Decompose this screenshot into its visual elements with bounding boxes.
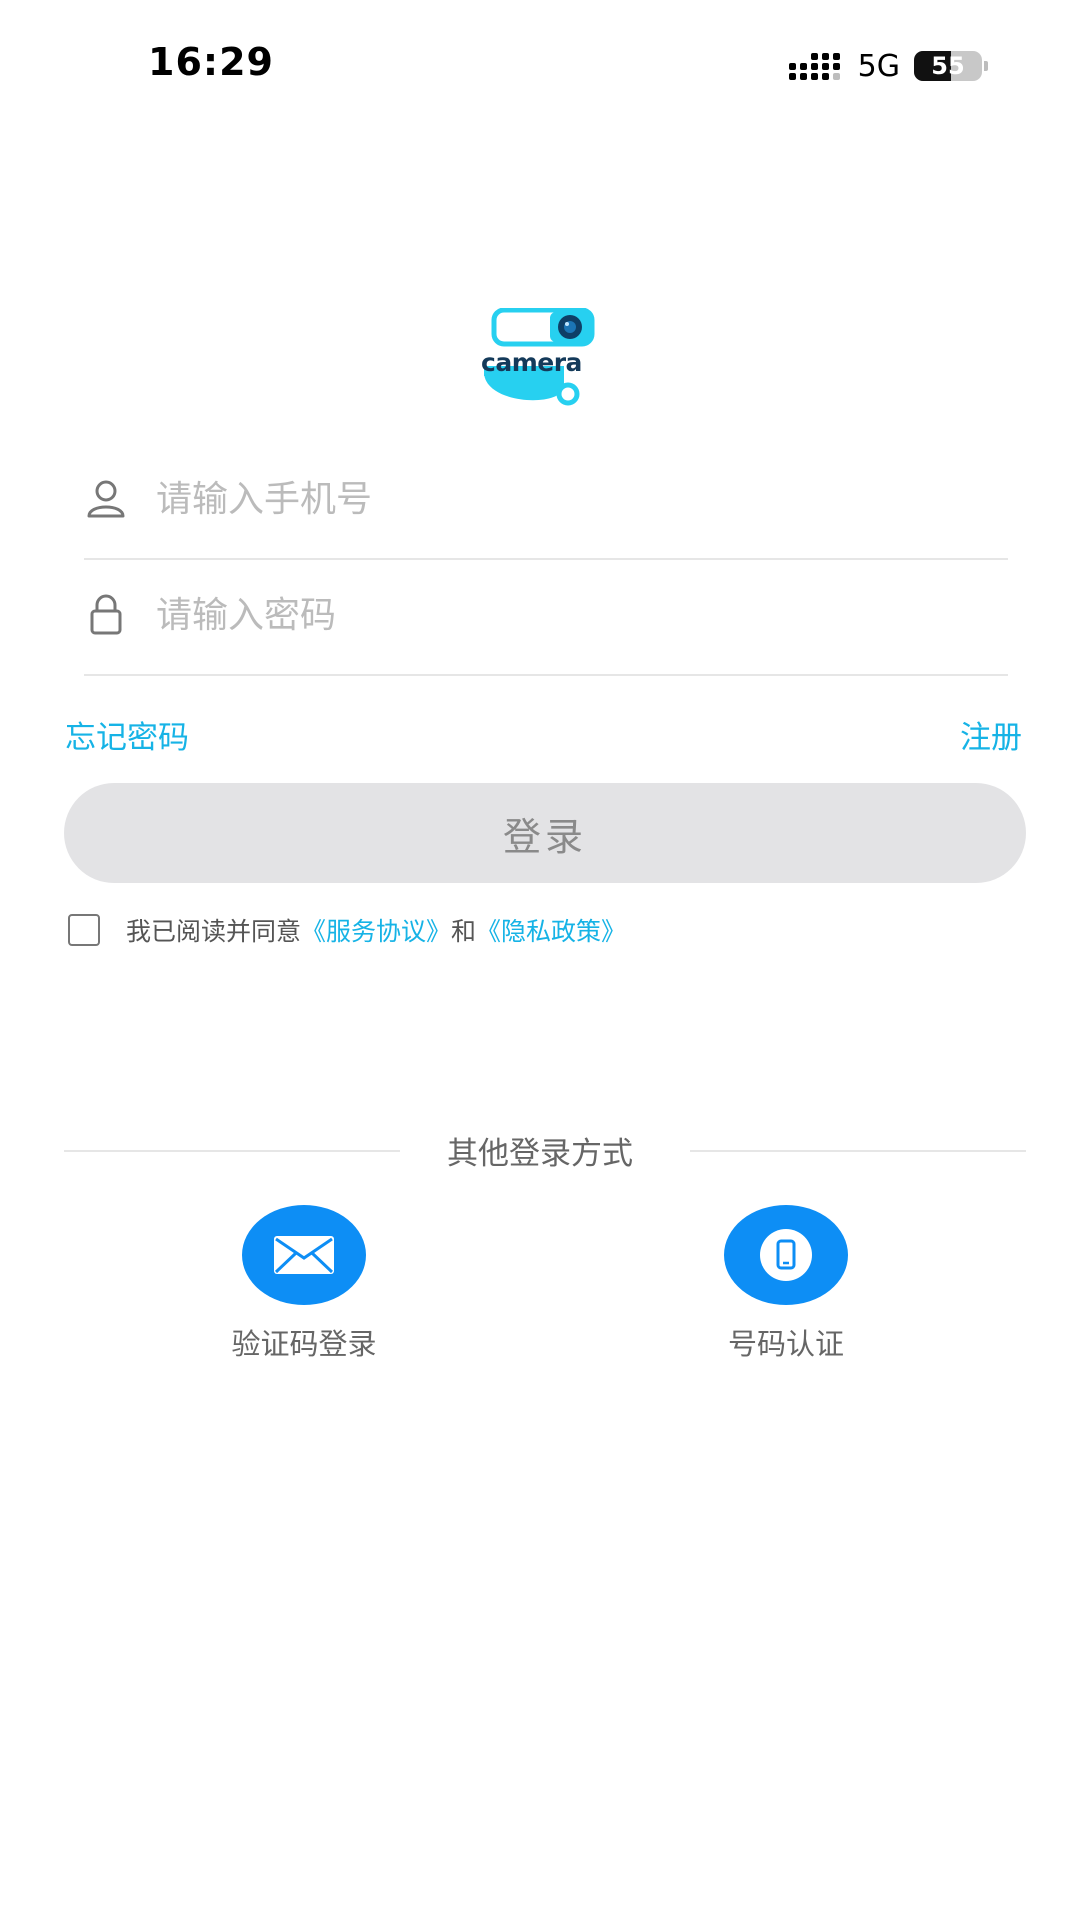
agreement-checkbox[interactable] (68, 914, 100, 946)
envelope-icon (274, 1236, 334, 1274)
other-login-title: 其他登录方式 (447, 1136, 633, 1172)
password-input[interactable] (154, 578, 978, 652)
forgot-password-link[interactable]: 忘记密码 (65, 712, 189, 757)
login-screen: 16:29 5G 55 camera 请输入手机号 忘记密码 注册 登录 我已阅… (0, 0, 1080, 1920)
battery-level: 55 (931, 52, 965, 80)
lock-icon (90, 594, 122, 635)
register-link[interactable]: 注册 (960, 712, 1022, 757)
user-icon (87, 480, 125, 518)
logo-wordmark: camera (481, 348, 582, 377)
phone-icon (760, 1229, 812, 1281)
network-type: 5G (857, 48, 900, 84)
phone-field (84, 442, 1008, 560)
agreement-prefix: 我已阅读并同意 (126, 917, 302, 946)
signal-icon (788, 52, 840, 80)
sms-login-button[interactable] (242, 1205, 366, 1305)
password-field (84, 558, 1008, 676)
login-button[interactable]: 登录 (64, 783, 1026, 883)
number-auth-option[interactable]: 号码认证 (686, 1205, 886, 1363)
privacy-policy-link[interactable]: 《隐私政策》 (476, 912, 626, 948)
agreement-row: 我已阅读并同意 《服务协议》 和 《隐私政策》 (68, 912, 626, 948)
sms-login-label: 验证码登录 (231, 1327, 377, 1361)
status-indicators: 5G 55 (788, 46, 988, 86)
phone-input[interactable] (154, 462, 978, 536)
agreement-conjunction: 和 (451, 917, 477, 946)
status-time: 16:29 (148, 40, 274, 84)
service-agreement-link[interactable]: 《服务协议》 (301, 912, 451, 948)
sms-code-login-option[interactable]: 验证码登录 (204, 1205, 404, 1363)
number-auth-button[interactable] (724, 1205, 848, 1305)
number-auth-label: 号码认证 (727, 1327, 844, 1361)
app-logo: camera (480, 307, 604, 408)
battery-icon: 55 (914, 51, 982, 81)
